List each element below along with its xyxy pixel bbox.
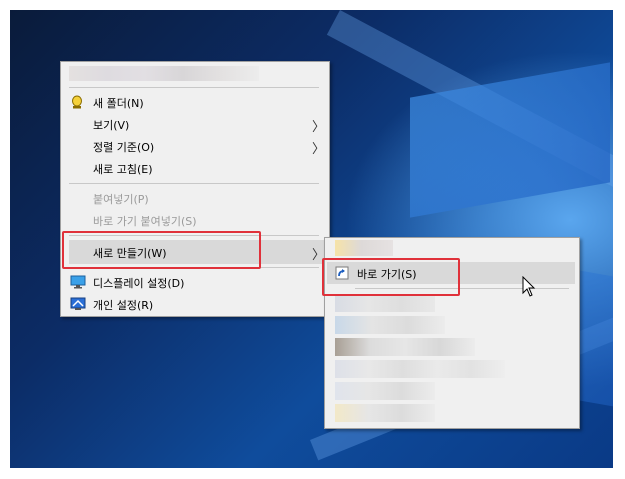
shortcut-icon	[71, 95, 83, 109]
menu-item-paste[interactable]: 붙여넣기(P)	[61, 187, 329, 209]
personalize-icon	[70, 297, 86, 311]
menu-item-refresh[interactable]: 새로 고침(E)	[61, 157, 329, 179]
menu-item-personalize[interactable]: 개인 설정(R)	[61, 293, 329, 315]
blurred-item	[335, 316, 445, 334]
menu-item-label: 붙여넣기(P)	[93, 193, 149, 206]
blurred-item	[335, 382, 435, 400]
chevron-right-icon: 〉	[311, 120, 325, 135]
desktop-context-menu: 새 폴더(N) 보기(V) 〉 정렬 기준(O) 〉 새로 고침(E) 붙여넣기…	[60, 61, 330, 317]
menu-item-label: 개인 설정(R)	[93, 299, 154, 312]
menu-item-paste-shortcut[interactable]: 바로 가기 붙여넣기(S)	[61, 209, 329, 231]
menu-item-label: 새로 고침(E)	[93, 163, 153, 176]
highlight-box	[322, 258, 460, 296]
highlight-box	[62, 231, 261, 269]
desktop-background[interactable]: 새 폴더(N) 보기(V) 〉 정렬 기준(O) 〉 새로 고침(E) 붙여넣기…	[10, 10, 613, 468]
menu-item-new-folder[interactable]: 새 폴더(N)	[61, 91, 329, 113]
menu-separator	[69, 87, 319, 88]
blurred-item	[335, 294, 435, 312]
menu-item-label: 보기(V)	[93, 119, 130, 132]
display-settings-icon	[70, 275, 86, 289]
chevron-right-icon: 〉	[311, 142, 325, 157]
menu-separator	[69, 183, 319, 184]
blurred-item	[335, 338, 475, 356]
mouse-cursor-icon	[522, 275, 536, 298]
menu-item-label: 새 폴더(N)	[93, 97, 144, 110]
menu-item-label: 정렬 기준(O)	[93, 141, 155, 154]
menu-item-label: 바로 가기 붙여넣기(S)	[93, 215, 197, 228]
menu-item-sort-by[interactable]: 정렬 기준(O) 〉	[61, 135, 329, 157]
blurred-item	[335, 360, 505, 378]
blurred-item	[335, 404, 435, 422]
menu-item-label: 디스플레이 설정(D)	[93, 277, 185, 290]
blurred-item	[69, 66, 259, 81]
menu-item-view[interactable]: 보기(V) 〉	[61, 113, 329, 135]
blurred-item	[335, 240, 393, 256]
menu-item-display-settings[interactable]: 디스플레이 설정(D)	[61, 271, 329, 293]
